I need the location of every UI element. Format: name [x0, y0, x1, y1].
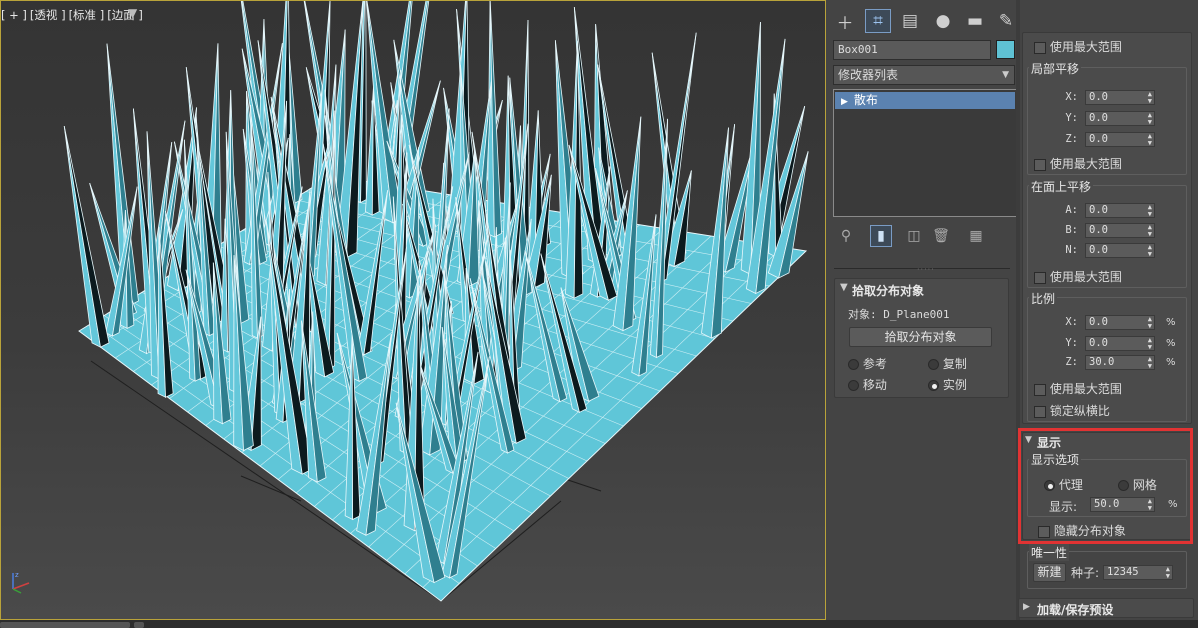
label-z: Z:: [1065, 133, 1078, 145]
local-y-spinner[interactable]: 0.0 ▲ ▼: [1085, 111, 1155, 126]
object-name-field[interactable]: Box001: [833, 40, 991, 60]
face-a-spinner[interactable]: 0.0 ▲ ▼: [1085, 203, 1155, 218]
label-b: B:: [1065, 224, 1078, 236]
radio-move[interactable]: 移动: [848, 376, 887, 393]
use-max-range-checkbox-local[interactable]: 使用最大范围: [1034, 155, 1122, 172]
scene-render: [63, 1, 809, 602]
radio-copy[interactable]: 复制: [928, 355, 967, 372]
use-max-range-checkbox-top[interactable]: 使用最大范围: [1034, 38, 1122, 55]
viewport-menu-shading: [标准 ]: [68, 8, 105, 22]
label-z: Z:: [1065, 356, 1078, 368]
perspective-viewport[interactable]: [ + ] [透视 ] [标准 ] [边面 ] ▼ z: [0, 0, 826, 620]
viewport-menu-view: [透视 ]: [29, 8, 66, 22]
group-title: 局部平移: [1029, 60, 1082, 77]
pick-distribution-rollout: ▼ 拾取分布对象 对象: D_Plane001 拾取分布对象 参考 复制 移动 …: [834, 278, 1009, 398]
label-n: N:: [1065, 244, 1078, 256]
modifier-list-dropdown[interactable]: 修改器列表 ▼: [833, 65, 1015, 85]
configure-sets-icon[interactable]: ▦: [965, 225, 987, 247]
chevron-down-icon: ▼: [1002, 70, 1009, 80]
group-title: 唯一性: [1029, 544, 1070, 561]
percent-label: %: [1166, 317, 1176, 328]
axis-tripod-icon: z: [12, 571, 30, 594]
label-y: Y:: [1065, 337, 1078, 349]
modify-icon[interactable]: ⌗: [865, 9, 891, 33]
label-y: Y:: [1065, 112, 1078, 124]
use-max-range-checkbox-scale[interactable]: 使用最大范围: [1034, 380, 1122, 397]
face-b-spinner[interactable]: 0.0 ▲ ▼: [1085, 223, 1155, 238]
expand-triangle-icon[interactable]: ▶: [841, 97, 848, 107]
stack-item-scatter[interactable]: ▶ 散布: [835, 92, 1015, 109]
object-color-swatch[interactable]: [996, 40, 1015, 59]
pick-distribution-button[interactable]: 拾取分布对象: [849, 327, 992, 347]
pin-stack-icon[interactable]: ⚲: [835, 225, 857, 247]
hierarchy-icon[interactable]: ▤: [897, 9, 923, 33]
group-title: 在面上平移: [1029, 178, 1094, 195]
local-x-spinner[interactable]: 0.0 ▲ ▼: [1085, 90, 1155, 105]
percent-label: %: [1166, 338, 1176, 349]
local-z-spinner[interactable]: 0.0 ▲ ▼: [1085, 132, 1155, 147]
group-title: 比例: [1029, 290, 1058, 307]
stack-item-label: 散布: [853, 93, 878, 107]
viewport-menu-plus: [ + ]: [1, 8, 27, 22]
new-seed-button[interactable]: 新建: [1033, 563, 1066, 582]
scale-y-spinner[interactable]: 0.0 ▲ ▼: [1085, 336, 1155, 351]
display-icon[interactable]: ▬: [962, 9, 988, 33]
show-end-result-icon[interactable]: ▮: [870, 225, 892, 247]
make-unique-icon[interactable]: ◫: [903, 225, 925, 247]
panel-divider[interactable]: ·····: [834, 265, 1010, 274]
seed-label: 种子:: [1071, 566, 1100, 580]
label-x: X:: [1065, 316, 1078, 328]
stack-toolbar: ⚲ ▮ ◫ 🗑 ▦: [833, 222, 1017, 250]
motion-icon[interactable]: ●: [930, 9, 956, 33]
modifier-list-label: 修改器列表: [838, 68, 899, 82]
rollout-title[interactable]: 拾取分布对象: [852, 282, 924, 299]
face-n-spinner[interactable]: 0.0 ▲ ▼: [1085, 243, 1155, 258]
command-panel-tabs: ＋ ⌗ ▤ ● ▬ ✎: [826, 4, 1016, 36]
funnel-icon[interactable]: ▼: [128, 6, 137, 20]
status-bar: [0, 620, 1198, 628]
scale-z-spinner[interactable]: 30.0 ▲ ▼: [1085, 355, 1155, 370]
svg-text:z: z: [15, 571, 19, 579]
label-a: A:: [1065, 204, 1078, 216]
viewport-menu-display: [边面 ]: [107, 8, 143, 22]
percent-label: %: [1166, 357, 1176, 368]
lock-aspect-checkbox[interactable]: 锁定纵横比: [1034, 402, 1110, 419]
scale-x-spinner[interactable]: 0.0 ▲ ▼: [1085, 315, 1155, 330]
expand-triangle-icon[interactable]: ▶: [1023, 602, 1030, 612]
radio-reference[interactable]: 参考: [848, 355, 887, 372]
viewport-label[interactable]: [ + ] [透视 ] [标准 ] [边面 ]: [1, 7, 146, 23]
remove-modifier-icon[interactable]: 🗑: [930, 225, 952, 247]
highlight-box: [1018, 428, 1193, 544]
use-max-range-checkbox-face[interactable]: 使用最大范围: [1034, 268, 1122, 285]
radio-instance[interactable]: 实例: [928, 376, 967, 393]
rollout-title[interactable]: 加载/保存预设: [1037, 601, 1113, 618]
label-x: X:: [1065, 91, 1078, 103]
plus-icon[interactable]: ＋: [832, 9, 858, 34]
distribution-object-label: 对象: D_Plane001: [848, 308, 950, 321]
seed-spinner[interactable]: 12345 ▲ ▼: [1103, 565, 1173, 580]
modifier-stack[interactable]: ▶ 散布: [833, 89, 1017, 217]
collapse-icon[interactable]: ▼: [840, 282, 848, 293]
